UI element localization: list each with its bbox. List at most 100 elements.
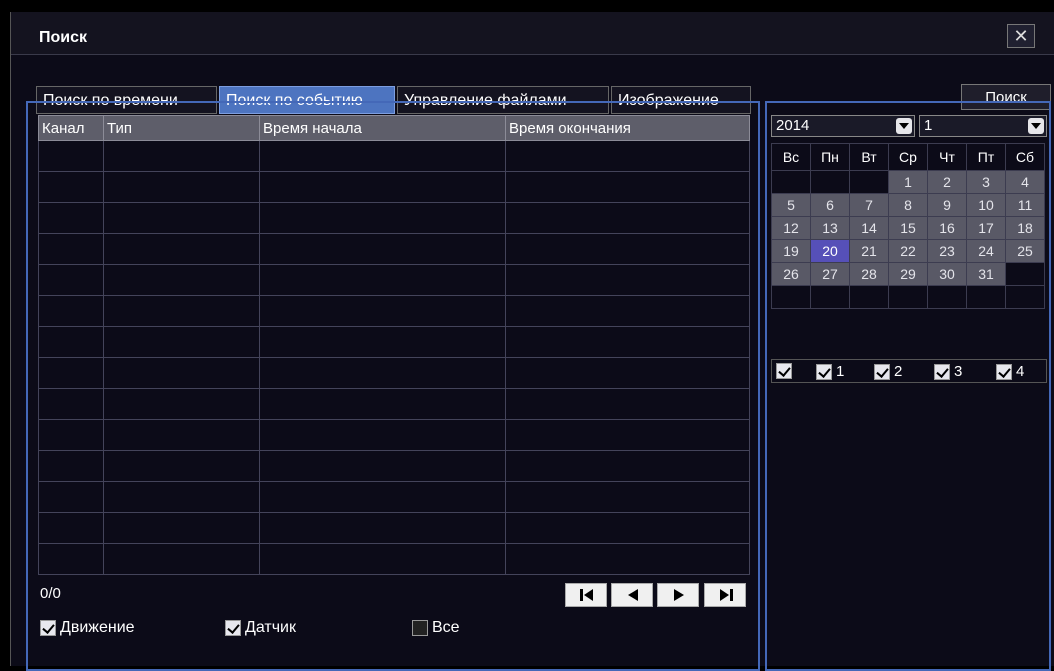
checkbox-icon[interactable] <box>996 363 1012 380</box>
calendar-day-19[interactable]: 19 <box>771 239 811 263</box>
table-cell <box>103 233 260 265</box>
filter-motion-label: Движение <box>60 619 135 636</box>
table-row[interactable] <box>38 171 750 203</box>
table-cell <box>103 295 260 327</box>
calendar-day-29[interactable]: 29 <box>888 262 928 286</box>
calendar-day-15[interactable]: 15 <box>888 216 928 240</box>
table-cell <box>505 140 750 172</box>
calendar-day-22[interactable]: 22 <box>888 239 928 263</box>
calendar-day-1[interactable]: 1 <box>888 170 928 194</box>
filter-all[interactable]: Все <box>412 619 460 637</box>
table-row[interactable] <box>38 295 750 327</box>
checkbox-icon[interactable] <box>816 363 832 380</box>
table-row[interactable] <box>38 419 750 451</box>
weekday-header: Пн <box>810 143 850 171</box>
calendar-day-5[interactable]: 5 <box>771 193 811 217</box>
calendar-day-24[interactable]: 24 <box>966 239 1006 263</box>
calendar-day-11[interactable]: 11 <box>1005 193 1045 217</box>
checkbox-icon[interactable] <box>225 620 241 636</box>
table-cell <box>103 512 260 544</box>
calendar-day-13[interactable]: 13 <box>810 216 850 240</box>
table-row[interactable] <box>38 450 750 482</box>
weekday-header: Ср <box>888 143 928 171</box>
channel-all-checkbox[interactable] <box>776 363 796 379</box>
page-counter: 0/0 <box>40 585 61 602</box>
calendar-week: 26 27 28 29 30 31 <box>771 262 1045 286</box>
checkbox-icon[interactable] <box>776 363 792 379</box>
calendar-day-28[interactable]: 28 <box>849 262 889 286</box>
calendar-day-20[interactable]: 20 <box>810 239 850 263</box>
calendar-day-9[interactable]: 9 <box>927 193 967 217</box>
channel-3-checkbox[interactable]: 3 <box>934 363 962 380</box>
calendar-empty-cell <box>810 170 850 194</box>
filter-sensor[interactable]: Датчик <box>225 619 296 637</box>
calendar-day-26[interactable]: 26 <box>771 262 811 286</box>
table-row[interactable] <box>38 388 750 420</box>
window-title: Поиск <box>39 29 88 46</box>
first-page-button[interactable] <box>565 583 607 607</box>
year-select[interactable]: 2014 <box>771 115 915 137</box>
next-page-button[interactable] <box>657 583 699 607</box>
calendar-day-16[interactable]: 16 <box>927 216 967 240</box>
calendar-day-8[interactable]: 8 <box>888 193 928 217</box>
table-row[interactable] <box>38 543 750 575</box>
table-cell <box>259 450 506 482</box>
results-table: Канал Тип Время начала Время окончания <box>38 115 750 575</box>
calendar-day-17[interactable]: 17 <box>966 216 1006 240</box>
channel-2-checkbox[interactable]: 2 <box>874 363 902 380</box>
calendar-day-27[interactable]: 27 <box>810 262 850 286</box>
calendar-day-30[interactable]: 30 <box>927 262 967 286</box>
channel-3-label: 3 <box>954 363 963 380</box>
calendar-day-10[interactable]: 10 <box>966 193 1006 217</box>
last-page-button[interactable] <box>704 583 746 607</box>
table-cell <box>505 419 750 451</box>
calendar-empty-cell <box>888 285 928 309</box>
calendar-day-6[interactable]: 6 <box>810 193 850 217</box>
calendar-day-7[interactable]: 7 <box>849 193 889 217</box>
table-row[interactable] <box>38 264 750 296</box>
table-cell <box>505 357 750 389</box>
calendar-day-12[interactable]: 12 <box>771 216 811 240</box>
dropdown-arrow-icon[interactable] <box>1028 118 1044 134</box>
table-cell <box>103 450 260 482</box>
close-button[interactable]: ✕ <box>1007 24 1035 48</box>
column-header-channel[interactable]: Канал <box>38 115 104 141</box>
channel-1-checkbox[interactable]: 1 <box>816 363 844 380</box>
channel-4-checkbox[interactable]: 4 <box>996 363 1024 380</box>
checkbox-icon[interactable] <box>412 620 428 636</box>
calendar-day-25[interactable]: 25 <box>1005 239 1045 263</box>
calendar-day-23[interactable]: 23 <box>927 239 967 263</box>
dropdown-arrow-icon[interactable] <box>896 118 912 134</box>
table-row[interactable] <box>38 202 750 234</box>
prev-page-button[interactable] <box>611 583 653 607</box>
checkbox-icon[interactable] <box>934 363 950 380</box>
calendar-day-2[interactable]: 2 <box>927 170 967 194</box>
calendar-empty-cell <box>849 285 889 309</box>
calendar-day-3[interactable]: 3 <box>966 170 1006 194</box>
calendar-day-18[interactable]: 18 <box>1005 216 1045 240</box>
column-header-end-time[interactable]: Время окончания <box>505 115 750 141</box>
column-header-type[interactable]: Тип <box>103 115 260 141</box>
table-row[interactable] <box>38 481 750 513</box>
table-row[interactable] <box>38 326 750 358</box>
table-cell <box>103 481 260 513</box>
title-bar: Поиск ✕ <box>11 12 1054 55</box>
calendar-day-21[interactable]: 21 <box>849 239 889 263</box>
table-cell <box>505 450 750 482</box>
calendar-day-4[interactable]: 4 <box>1005 170 1045 194</box>
checkbox-icon[interactable] <box>874 363 890 380</box>
table-row[interactable] <box>38 233 750 265</box>
checkbox-icon[interactable] <box>40 620 56 636</box>
table-cell <box>38 326 104 358</box>
table-row[interactable] <box>38 357 750 389</box>
column-header-start-time[interactable]: Время начала <box>259 115 506 141</box>
month-select[interactable]: 1 <box>919 115 1047 137</box>
table-cell <box>38 264 104 296</box>
table-cell <box>259 419 506 451</box>
table-row[interactable] <box>38 512 750 544</box>
table-row[interactable] <box>38 140 750 172</box>
calendar-day-14[interactable]: 14 <box>849 216 889 240</box>
calendar-day-31[interactable]: 31 <box>966 262 1006 286</box>
filter-motion[interactable]: Движение <box>40 619 135 637</box>
table-cell <box>103 326 260 358</box>
